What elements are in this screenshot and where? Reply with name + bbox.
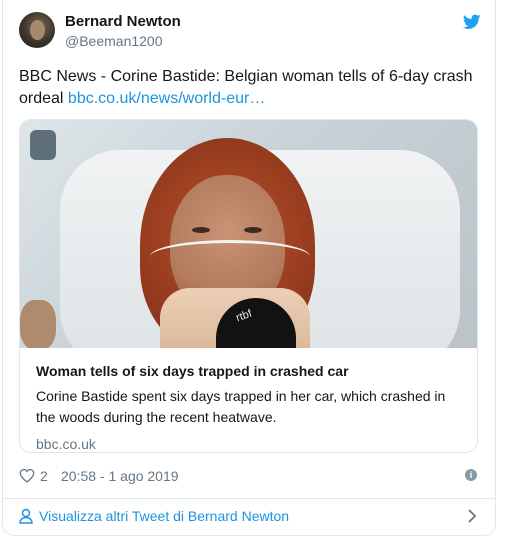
- user-icon: [19, 508, 33, 524]
- card-description: Corine Bastide spent six days trapped in…: [36, 388, 446, 425]
- tweet-header: Bernard Newton @Beeman1200: [19, 12, 489, 56]
- embedded-tweet: Bernard Newton @Beeman1200 BBC News - Co…: [2, 0, 496, 536]
- monitor-shape: [30, 130, 56, 160]
- avatar[interactable]: [19, 12, 55, 48]
- avatar-face: [30, 20, 45, 40]
- tweet-meta: 2 20:58 - 1 ago 2019 i: [19, 467, 489, 487]
- view-more-tweets[interactable]: Visualizza altri Tweet di Bernard Newton: [19, 506, 481, 528]
- author-handle[interactable]: @Beeman1200: [65, 33, 163, 49]
- tweet-text: BBC News - Corine Bastide: Belgian woman…: [19, 66, 489, 110]
- card-image[interactable]: rtbf: [20, 120, 477, 348]
- twitter-bird-icon[interactable]: [463, 14, 481, 30]
- like-count[interactable]: 2: [40, 468, 48, 484]
- card-domain: bbc.co.uk: [36, 436, 96, 452]
- timestamp[interactable]: 20:58 - 1 ago 2019: [61, 468, 179, 484]
- divider: [3, 498, 495, 499]
- link-card[interactable]: rtbf Woman tells of six days trapped in …: [19, 119, 478, 453]
- view-more-label[interactable]: Visualizza altri Tweet di Bernard Newton: [39, 508, 289, 524]
- eye-right: [244, 227, 262, 233]
- oxygen-tube-shape: [150, 240, 310, 273]
- heart-icon[interactable]: [19, 468, 35, 483]
- chevron-right-icon[interactable]: [467, 508, 477, 524]
- card-title[interactable]: Woman tells of six days trapped in crash…: [36, 362, 461, 381]
- teddy-bear-shape: [20, 300, 56, 348]
- eye-left: [192, 227, 210, 233]
- author-name[interactable]: Bernard Newton: [65, 13, 181, 30]
- info-icon[interactable]: i: [465, 469, 477, 481]
- tweet-link[interactable]: bbc.co.uk/news/world-eur…: [68, 90, 265, 107]
- card-body: Woman tells of six days trapped in crash…: [36, 356, 461, 452]
